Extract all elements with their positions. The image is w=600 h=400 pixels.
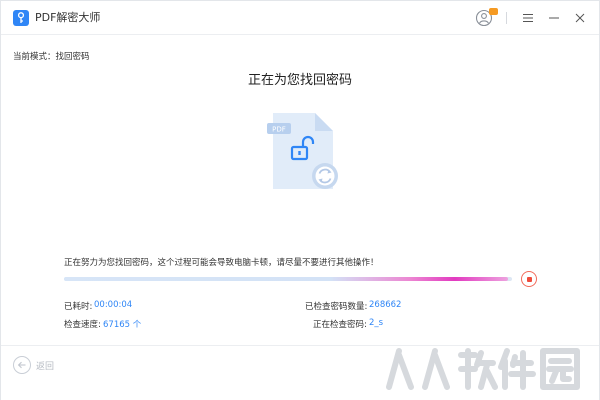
elapsed-time-label: 已耗时: <box>64 302 93 312</box>
current-password-value: 2_s <box>369 318 384 328</box>
back-label: 返回 <box>36 361 55 372</box>
close-icon <box>575 13 585 23</box>
close-button[interactable] <box>569 7 591 29</box>
stop-icon <box>526 276 532 282</box>
progress-fill <box>64 277 508 281</box>
minimize-icon <box>549 17 559 19</box>
pdf-tag-label: PDF <box>272 126 286 134</box>
current-mode-label: 当前模式：找回密码 <box>13 52 90 62</box>
checked-count-value: 268662 <box>369 300 402 310</box>
vip-badge <box>489 8 498 15</box>
user-account-button[interactable] <box>474 7 498 29</box>
status-message: 正在努力为您找回密码，这个过程可能会导致电脑卡顿，请尽量不要进行其他操作！ <box>64 258 379 268</box>
stop-button[interactable] <box>521 271 537 287</box>
title-bar: PDF解密大师 <box>1 1 599 35</box>
pdf-unlock-illustration: PDF <box>263 109 343 195</box>
window-controls <box>470 7 591 29</box>
refresh-icon <box>312 163 338 189</box>
check-speed-value: 67165 个 <box>103 320 142 330</box>
elapsed-time-value: 00:00:04 <box>94 300 133 310</box>
back-button[interactable]: 返回 <box>13 356 54 374</box>
page-title: 正在为您找回密码 <box>247 73 352 88</box>
title-separator <box>506 12 507 24</box>
current-password-label: 正在检查密码: <box>313 320 367 330</box>
app-window: PDF解密大师 当前模式：找回密码 正在为您找回密码 PDF 正在努力为您找回密… <box>0 0 600 400</box>
check-speed-label: 检查速度: <box>64 320 101 330</box>
app-title: PDF解密大师 <box>35 11 101 24</box>
menu-button[interactable] <box>517 7 539 29</box>
minimize-button[interactable] <box>543 7 565 29</box>
back-arrow-icon <box>13 356 31 374</box>
checked-count-label: 已检查密码数量: <box>305 302 368 312</box>
watermark-logo <box>386 348 580 390</box>
menu-icon <box>523 14 533 22</box>
app-key-icon <box>13 10 29 26</box>
progress-bar <box>64 277 512 281</box>
